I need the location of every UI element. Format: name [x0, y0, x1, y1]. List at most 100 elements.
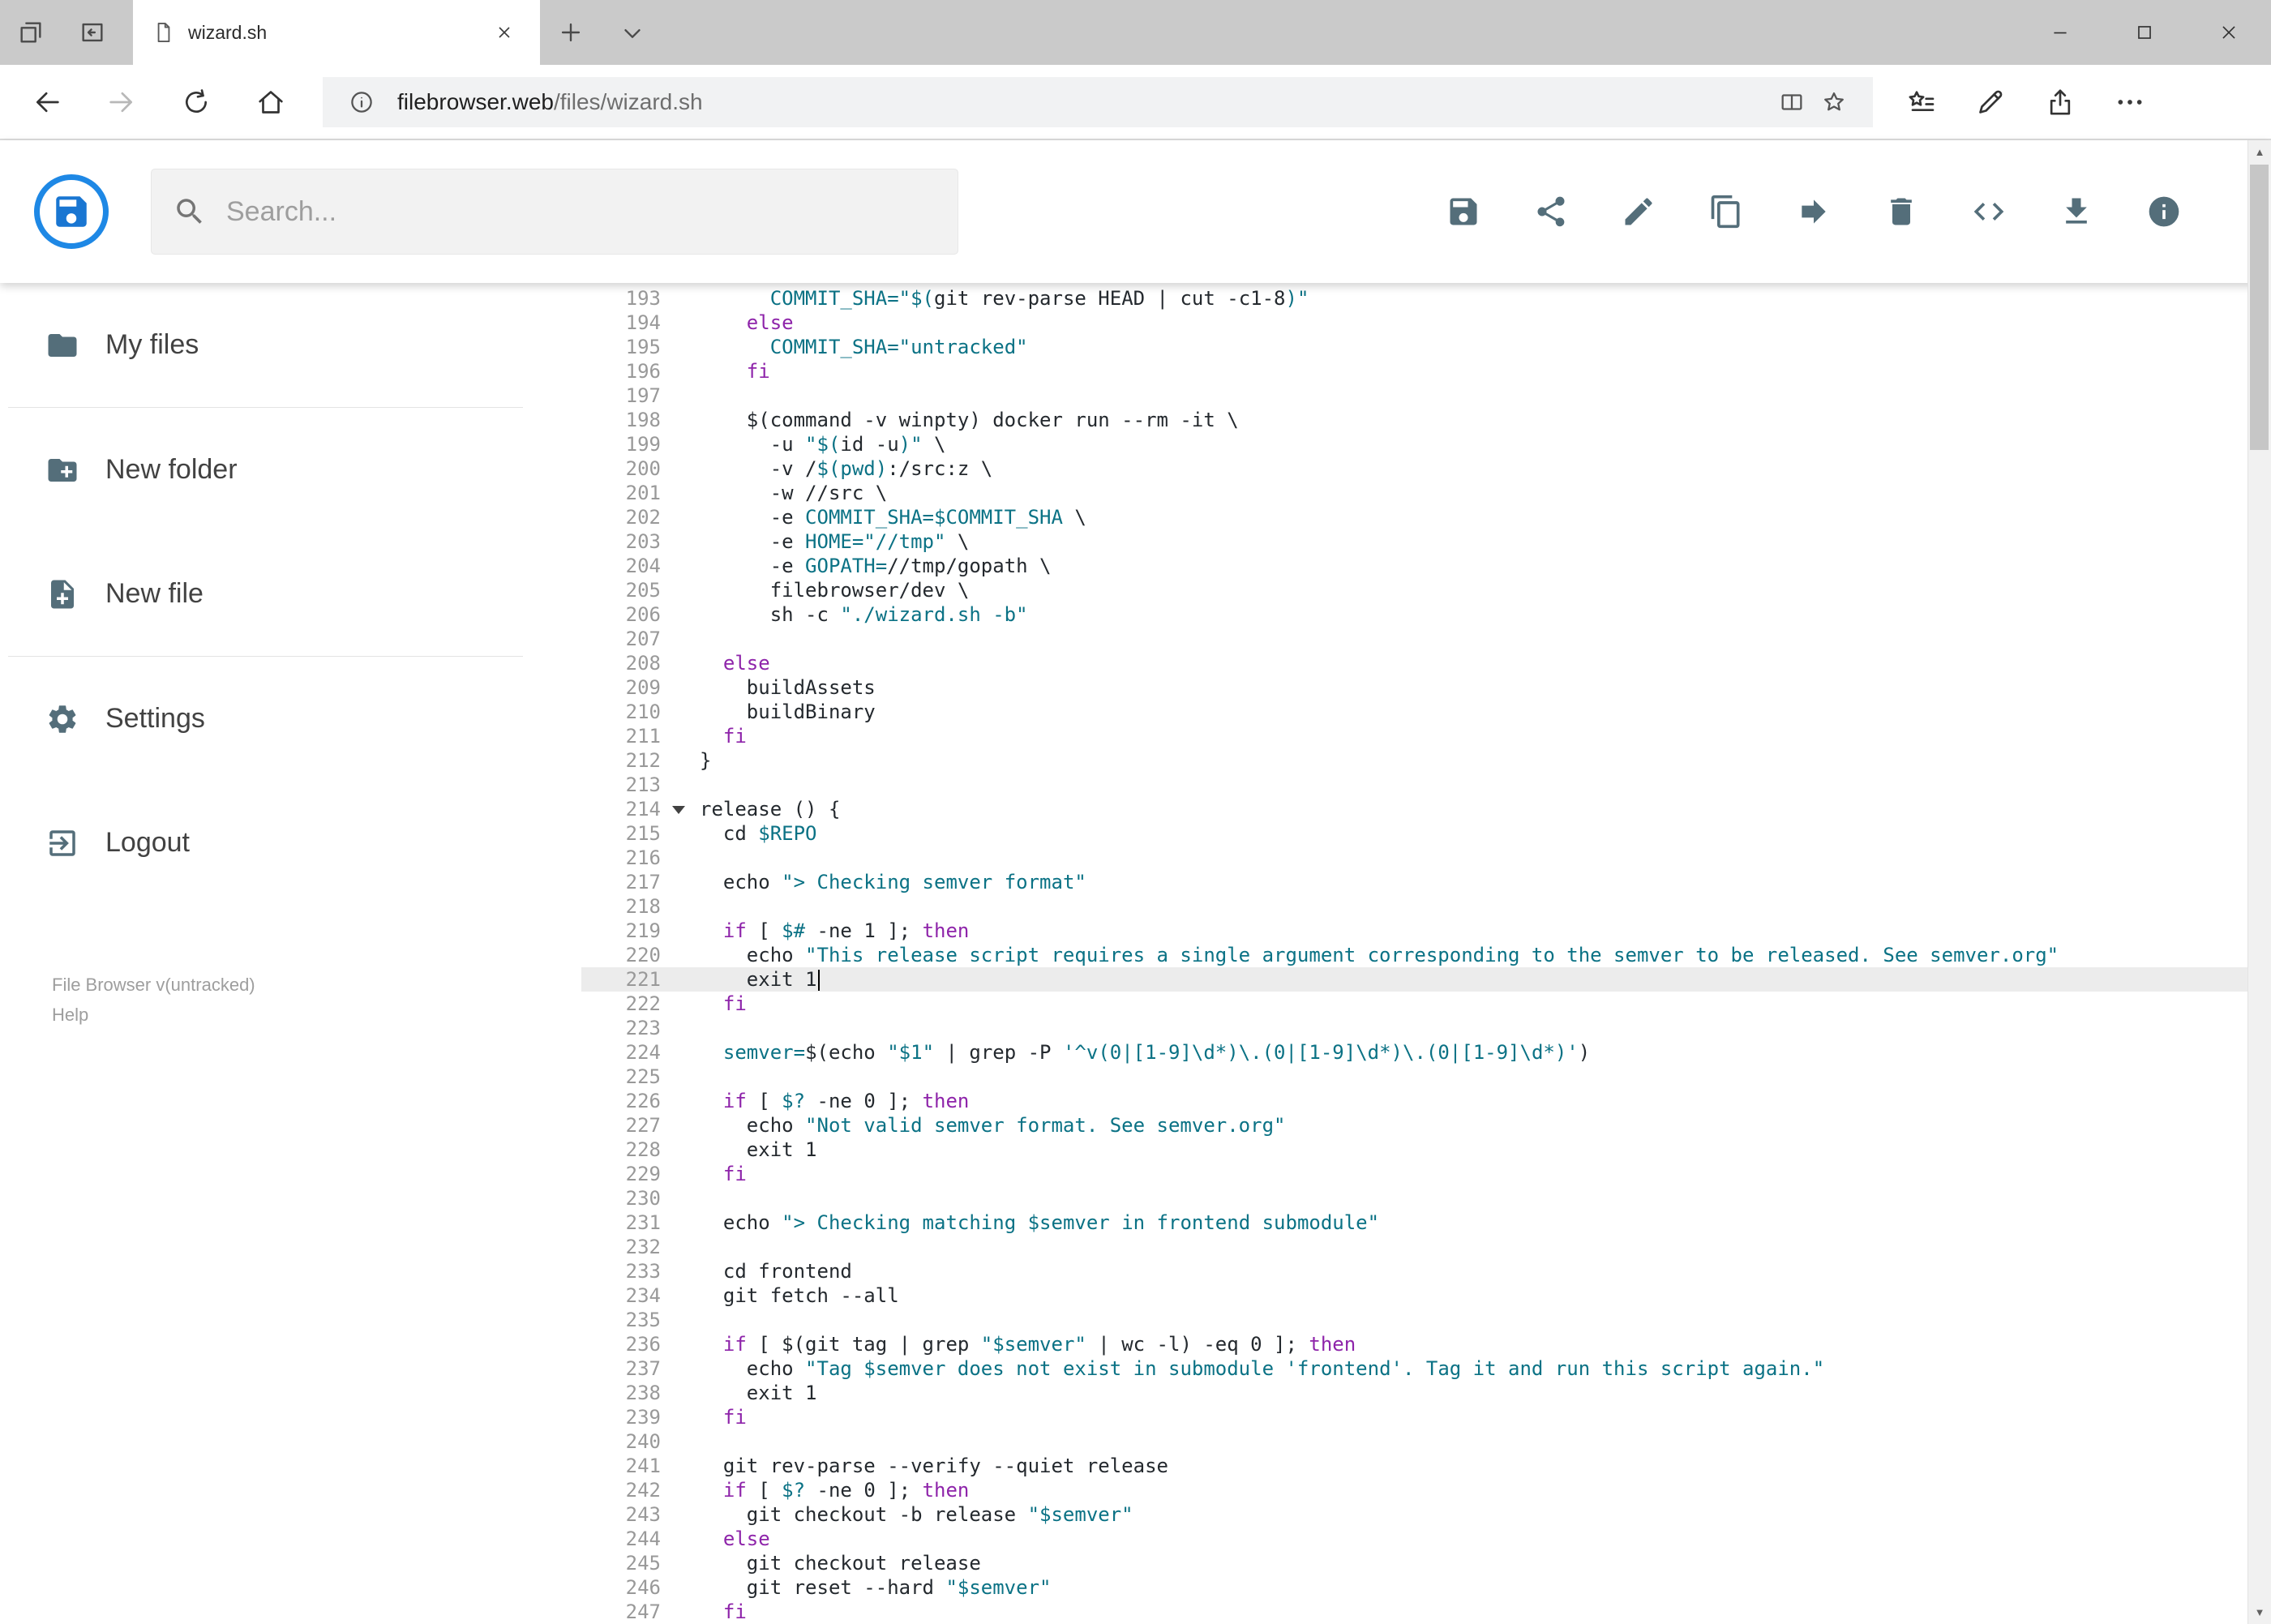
code-line[interactable]: 227 echo "Not valid semver format. See s…: [581, 1113, 2247, 1138]
sidebar-item-my-files[interactable]: My files: [0, 283, 581, 407]
code-line[interactable]: 206 sh -c "./wizard.sh -b": [581, 602, 2247, 627]
sidebar-item-settings[interactable]: Settings: [0, 657, 581, 781]
copy-button[interactable]: [1708, 194, 1744, 229]
code-line[interactable]: 220 echo "This release script requires a…: [581, 943, 2247, 967]
code-line[interactable]: 196 fi: [581, 359, 2247, 384]
move-button[interactable]: [1796, 194, 1832, 229]
code-line[interactable]: 217 echo "> Checking semver format": [581, 870, 2247, 894]
code-line[interactable]: 245 git checkout release: [581, 1551, 2247, 1575]
code-line[interactable]: 242 if [ $? -ne 0 ]; then: [581, 1478, 2247, 1502]
code-line[interactable]: 198 $(command -v winpty) docker run --rm…: [581, 408, 2247, 432]
code-line[interactable]: 230: [581, 1186, 2247, 1211]
tab-list-dropdown[interactable]: [602, 0, 663, 65]
fold-arrow-icon[interactable]: [672, 806, 685, 814]
code-line[interactable]: 193 COMMIT_SHA="$(git rev-parse HEAD | c…: [581, 286, 2247, 311]
code-line[interactable]: 194 else: [581, 311, 2247, 335]
code-line[interactable]: 238 exit 1: [581, 1381, 2247, 1405]
code-line[interactable]: 225: [581, 1065, 2247, 1089]
home-button[interactable]: [243, 75, 298, 130]
hub-button[interactable]: [1896, 81, 1946, 123]
forward-button[interactable]: [94, 75, 149, 130]
code-line[interactable]: 236 if [ $(git tag | grep "$semver" | wc…: [581, 1332, 2247, 1356]
code-line[interactable]: 197: [581, 384, 2247, 408]
code-line[interactable]: 210 buildBinary: [581, 700, 2247, 724]
help-link[interactable]: Help: [52, 1000, 581, 1030]
save-button[interactable]: [1446, 194, 1481, 229]
more-button[interactable]: [2105, 81, 2155, 123]
code-line[interactable]: 205 filebrowser/dev \: [581, 578, 2247, 602]
search-input[interactable]: [226, 195, 936, 228]
code-line[interactable]: 211 fi: [581, 724, 2247, 748]
sidebar-item-new-folder[interactable]: New folder: [0, 408, 581, 532]
code-line[interactable]: 215 cd $REPO: [581, 821, 2247, 846]
code-line[interactable]: 229 fi: [581, 1162, 2247, 1186]
address-bar[interactable]: filebrowser.web/files/wizard.sh: [323, 76, 1873, 127]
code-line[interactable]: 243 git checkout -b release "$semver": [581, 1502, 2247, 1527]
scrollbar[interactable]: ▲ ▼: [2247, 140, 2271, 1624]
code-line[interactable]: 237 echo "Tag $semver does not exist in …: [581, 1356, 2247, 1381]
new-tab-button[interactable]: [540, 0, 602, 65]
code-line[interactable]: 216: [581, 846, 2247, 870]
code-line[interactable]: 226 if [ $? -ne 0 ]; then: [581, 1089, 2247, 1113]
code-line[interactable]: 213: [581, 773, 2247, 797]
code-line[interactable]: 222 fi: [581, 992, 2247, 1016]
code-line[interactable]: 247 fi: [581, 1600, 2247, 1624]
scroll-down-button[interactable]: ▼: [2248, 1600, 2271, 1624]
code-line[interactable]: 240: [581, 1429, 2247, 1454]
code-editor[interactable]: 193 COMMIT_SHA="$(git rev-parse HEAD | c…: [581, 283, 2247, 1624]
code-line[interactable]: 212}: [581, 748, 2247, 773]
tab-preview-button[interactable]: [0, 0, 62, 65]
code-line[interactable]: 201 -w //src \: [581, 481, 2247, 505]
code-line[interactable]: 221 exit 1: [581, 967, 2247, 992]
code-line[interactable]: 195 COMMIT_SHA="untracked": [581, 335, 2247, 359]
code-button[interactable]: [1971, 194, 2007, 229]
code-line[interactable]: 239 fi: [581, 1405, 2247, 1429]
sidebar-item-new-file[interactable]: New file: [0, 532, 581, 656]
scroll-thumb[interactable]: [2250, 165, 2269, 450]
code-line[interactable]: 223: [581, 1016, 2247, 1040]
browser-tab[interactable]: wizard.sh: [133, 0, 540, 65]
code-line[interactable]: 207: [581, 627, 2247, 651]
code-line[interactable]: 241 git rev-parse --verify --quiet relea…: [581, 1454, 2247, 1478]
favorite-button[interactable]: [1813, 81, 1855, 123]
site-info-button[interactable]: [341, 81, 383, 123]
close-window-button[interactable]: [2187, 0, 2271, 65]
scroll-up-button[interactable]: ▲: [2248, 140, 2271, 164]
tab-close-button[interactable]: [488, 16, 521, 49]
code-line[interactable]: 204 -e GOPATH=//tmp/gopath \: [581, 554, 2247, 578]
code-line[interactable]: 199 -u "$(id -u)" \: [581, 432, 2247, 456]
code-line[interactable]: 200 -v /$(pwd):/src:z \: [581, 456, 2247, 481]
code-line[interactable]: 233 cd frontend: [581, 1259, 2247, 1283]
refresh-button[interactable]: [169, 75, 224, 130]
download-button[interactable]: [2059, 194, 2094, 229]
code-line[interactable]: 244 else: [581, 1527, 2247, 1551]
info-button[interactable]: [2146, 194, 2182, 229]
minimize-button[interactable]: [2018, 0, 2102, 65]
code-line[interactable]: 246 git reset --hard "$semver": [581, 1575, 2247, 1600]
code-line[interactable]: 231 echo "> Checking matching $semver in…: [581, 1211, 2247, 1235]
code-line[interactable]: 234 git fetch --all: [581, 1283, 2247, 1308]
sidebar-item-logout[interactable]: Logout: [0, 781, 581, 905]
code-line[interactable]: 224 semver=$(echo "$1" | grep -P '^v(0|[…: [581, 1040, 2247, 1065]
app-logo[interactable]: [34, 174, 109, 249]
code-line[interactable]: 209 buildAssets: [581, 675, 2247, 700]
code-line[interactable]: 219 if [ $# -ne 1 ]; then: [581, 919, 2247, 943]
code-line[interactable]: 203 -e HOME="//tmp" \: [581, 529, 2247, 554]
code-line[interactable]: 228 exit 1: [581, 1138, 2247, 1162]
delete-button[interactable]: [1883, 194, 1919, 229]
back-button[interactable]: [19, 75, 75, 130]
reading-view-button[interactable]: [1771, 81, 1813, 123]
search-box[interactable]: [151, 169, 958, 255]
code-line[interactable]: 232: [581, 1235, 2247, 1259]
code-line[interactable]: 214 release () {: [581, 797, 2247, 821]
code-line[interactable]: 235: [581, 1308, 2247, 1332]
set-tabs-aside-button[interactable]: [62, 0, 123, 65]
maximize-button[interactable]: [2102, 0, 2187, 65]
web-note-button[interactable]: [1965, 81, 2016, 123]
code-line[interactable]: 202 -e COMMIT_SHA=$COMMIT_SHA \: [581, 505, 2247, 529]
share-button[interactable]: [1533, 194, 1569, 229]
edit-button[interactable]: [1621, 194, 1656, 229]
code-line[interactable]: 218: [581, 894, 2247, 919]
code-line[interactable]: 208 else: [581, 651, 2247, 675]
share-button[interactable]: [2035, 81, 2085, 123]
